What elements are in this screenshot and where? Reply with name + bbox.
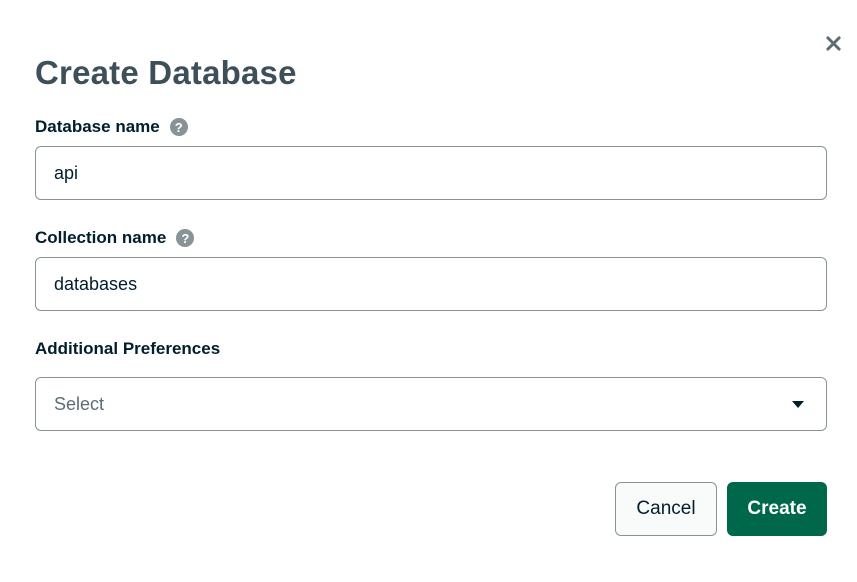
- question-circle-icon[interactable]: ?: [176, 229, 195, 247]
- create-database-modal: Create Database Database name ? Collecti…: [0, 0, 857, 582]
- create-button[interactable]: Create: [727, 482, 827, 536]
- database-name-input[interactable]: [35, 146, 827, 200]
- dialog-title: Create Database: [35, 54, 297, 91]
- collection-name-label: Collection name ?: [35, 228, 195, 248]
- cancel-button[interactable]: Cancel: [615, 482, 717, 536]
- collection-name-label-text: Collection name: [35, 228, 167, 247]
- select-placeholder: Select: [54, 393, 105, 414]
- caret-down-icon: [792, 400, 804, 408]
- additional-preferences-label: Additional Preferences: [35, 339, 220, 359]
- database-name-label-text: Database name: [35, 117, 160, 136]
- question-circle-icon[interactable]: ?: [169, 118, 188, 136]
- close-button[interactable]: [820, 30, 846, 56]
- database-name-label: Database name ?: [35, 117, 188, 137]
- close-icon: [825, 35, 841, 51]
- additional-preferences-select[interactable]: Select: [35, 377, 827, 431]
- collection-name-input[interactable]: [35, 257, 827, 311]
- additional-preferences-label-text: Additional Preferences: [35, 339, 221, 358]
